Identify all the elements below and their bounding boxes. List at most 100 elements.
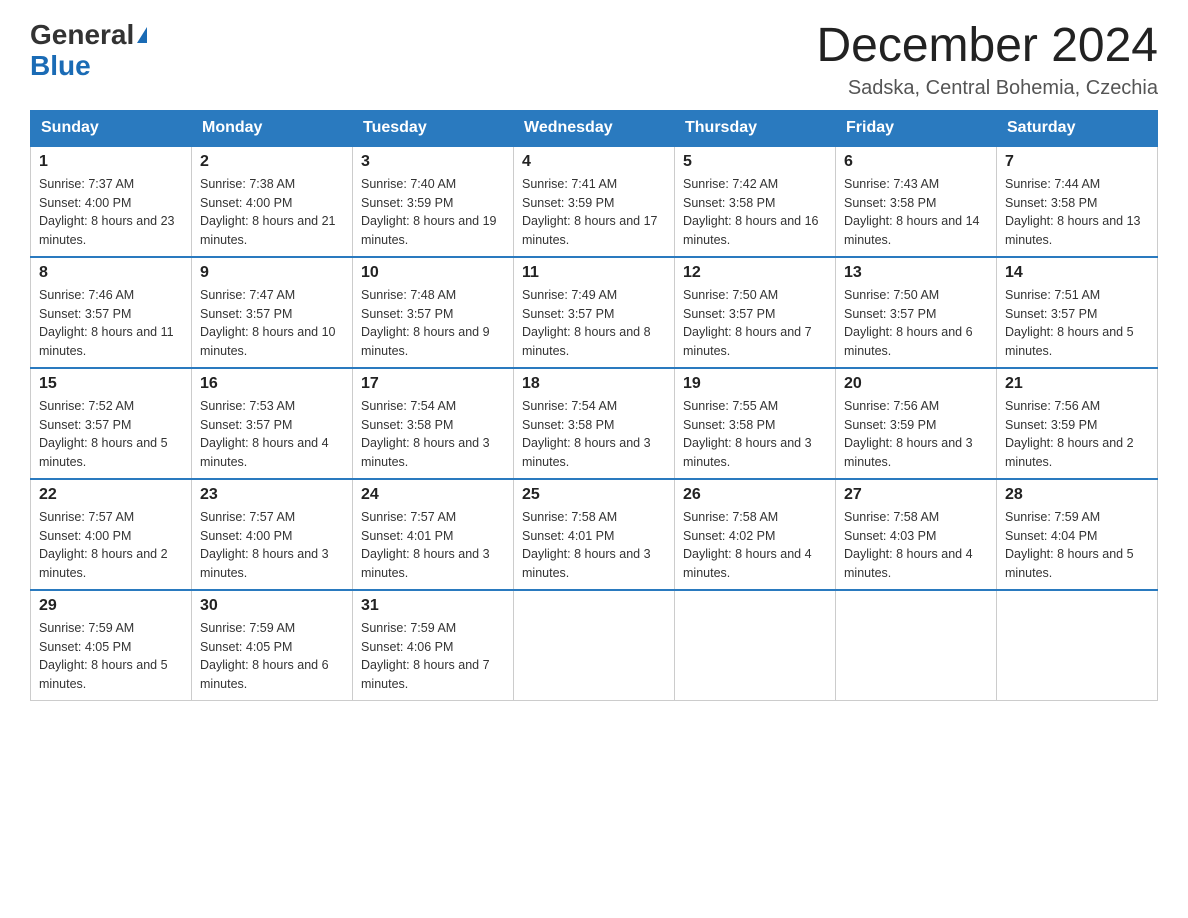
calendar-day-cell: 10 Sunrise: 7:48 AM Sunset: 3:57 PM Dayl… xyxy=(353,257,514,368)
calendar-day-cell: 30 Sunrise: 7:59 AM Sunset: 4:05 PM Dayl… xyxy=(192,590,353,701)
weekday-header-friday: Friday xyxy=(836,110,997,146)
page-header: General Blue December 2024 Sadska, Centr… xyxy=(30,20,1158,100)
calendar-header-row: SundayMondayTuesdayWednesdayThursdayFrid… xyxy=(31,110,1158,146)
calendar-day-cell: 15 Sunrise: 7:52 AM Sunset: 3:57 PM Dayl… xyxy=(31,368,192,479)
calendar-table: SundayMondayTuesdayWednesdayThursdayFrid… xyxy=(30,110,1158,701)
calendar-day-cell: 12 Sunrise: 7:50 AM Sunset: 3:57 PM Dayl… xyxy=(675,257,836,368)
day-info: Sunrise: 7:46 AM Sunset: 3:57 PM Dayligh… xyxy=(39,286,183,361)
day-info: Sunrise: 7:41 AM Sunset: 3:59 PM Dayligh… xyxy=(522,175,666,250)
day-info: Sunrise: 7:53 AM Sunset: 3:57 PM Dayligh… xyxy=(200,397,344,472)
calendar-day-cell: 31 Sunrise: 7:59 AM Sunset: 4:06 PM Dayl… xyxy=(353,590,514,701)
calendar-week-row: 1 Sunrise: 7:37 AM Sunset: 4:00 PM Dayli… xyxy=(31,146,1158,257)
day-info: Sunrise: 7:58 AM Sunset: 4:02 PM Dayligh… xyxy=(683,508,827,583)
day-number: 18 xyxy=(522,375,666,393)
day-info: Sunrise: 7:52 AM Sunset: 3:57 PM Dayligh… xyxy=(39,397,183,472)
day-info: Sunrise: 7:38 AM Sunset: 4:00 PM Dayligh… xyxy=(200,175,344,250)
day-number: 22 xyxy=(39,486,183,504)
location-text: Sadska, Central Bohemia, Czechia xyxy=(816,77,1158,100)
day-number: 4 xyxy=(522,153,666,171)
day-info: Sunrise: 7:59 AM Sunset: 4:05 PM Dayligh… xyxy=(39,619,183,694)
logo-blue-text: Blue xyxy=(30,51,147,82)
calendar-day-cell: 11 Sunrise: 7:49 AM Sunset: 3:57 PM Dayl… xyxy=(514,257,675,368)
calendar-day-cell: 17 Sunrise: 7:54 AM Sunset: 3:58 PM Dayl… xyxy=(353,368,514,479)
day-info: Sunrise: 7:55 AM Sunset: 3:58 PM Dayligh… xyxy=(683,397,827,472)
day-number: 8 xyxy=(39,264,183,282)
day-number: 2 xyxy=(200,153,344,171)
day-info: Sunrise: 7:59 AM Sunset: 4:06 PM Dayligh… xyxy=(361,619,505,694)
day-info: Sunrise: 7:54 AM Sunset: 3:58 PM Dayligh… xyxy=(361,397,505,472)
calendar-day-cell: 13 Sunrise: 7:50 AM Sunset: 3:57 PM Dayl… xyxy=(836,257,997,368)
day-number: 31 xyxy=(361,597,505,615)
calendar-day-cell xyxy=(836,590,997,701)
calendar-day-cell xyxy=(675,590,836,701)
day-number: 15 xyxy=(39,375,183,393)
day-info: Sunrise: 7:57 AM Sunset: 4:00 PM Dayligh… xyxy=(200,508,344,583)
day-info: Sunrise: 7:48 AM Sunset: 3:57 PM Dayligh… xyxy=(361,286,505,361)
day-number: 24 xyxy=(361,486,505,504)
calendar-day-cell: 21 Sunrise: 7:56 AM Sunset: 3:59 PM Dayl… xyxy=(997,368,1158,479)
day-number: 10 xyxy=(361,264,505,282)
day-number: 25 xyxy=(522,486,666,504)
calendar-day-cell: 9 Sunrise: 7:47 AM Sunset: 3:57 PM Dayli… xyxy=(192,257,353,368)
day-number: 11 xyxy=(522,264,666,282)
calendar-day-cell: 25 Sunrise: 7:58 AM Sunset: 4:01 PM Dayl… xyxy=(514,479,675,590)
day-info: Sunrise: 7:51 AM Sunset: 3:57 PM Dayligh… xyxy=(1005,286,1149,361)
day-info: Sunrise: 7:44 AM Sunset: 3:58 PM Dayligh… xyxy=(1005,175,1149,250)
calendar-day-cell: 3 Sunrise: 7:40 AM Sunset: 3:59 PM Dayli… xyxy=(353,146,514,257)
day-info: Sunrise: 7:58 AM Sunset: 4:03 PM Dayligh… xyxy=(844,508,988,583)
calendar-week-row: 8 Sunrise: 7:46 AM Sunset: 3:57 PM Dayli… xyxy=(31,257,1158,368)
day-info: Sunrise: 7:56 AM Sunset: 3:59 PM Dayligh… xyxy=(844,397,988,472)
day-number: 23 xyxy=(200,486,344,504)
day-number: 6 xyxy=(844,153,988,171)
day-number: 13 xyxy=(844,264,988,282)
calendar-week-row: 22 Sunrise: 7:57 AM Sunset: 4:00 PM Dayl… xyxy=(31,479,1158,590)
day-number: 9 xyxy=(200,264,344,282)
day-number: 1 xyxy=(39,153,183,171)
day-info: Sunrise: 7:57 AM Sunset: 4:00 PM Dayligh… xyxy=(39,508,183,583)
calendar-day-cell: 14 Sunrise: 7:51 AM Sunset: 3:57 PM Dayl… xyxy=(997,257,1158,368)
day-number: 16 xyxy=(200,375,344,393)
day-number: 17 xyxy=(361,375,505,393)
day-number: 27 xyxy=(844,486,988,504)
title-block: December 2024 Sadska, Central Bohemia, C… xyxy=(816,20,1158,100)
weekday-header-saturday: Saturday xyxy=(997,110,1158,146)
calendar-day-cell: 28 Sunrise: 7:59 AM Sunset: 4:04 PM Dayl… xyxy=(997,479,1158,590)
logo-triangle-icon xyxy=(137,27,147,43)
calendar-day-cell: 26 Sunrise: 7:58 AM Sunset: 4:02 PM Dayl… xyxy=(675,479,836,590)
day-info: Sunrise: 7:56 AM Sunset: 3:59 PM Dayligh… xyxy=(1005,397,1149,472)
weekday-header-monday: Monday xyxy=(192,110,353,146)
day-info: Sunrise: 7:43 AM Sunset: 3:58 PM Dayligh… xyxy=(844,175,988,250)
weekday-header-thursday: Thursday xyxy=(675,110,836,146)
calendar-day-cell: 1 Sunrise: 7:37 AM Sunset: 4:00 PM Dayli… xyxy=(31,146,192,257)
calendar-day-cell: 2 Sunrise: 7:38 AM Sunset: 4:00 PM Dayli… xyxy=(192,146,353,257)
day-number: 26 xyxy=(683,486,827,504)
logo-general-text: General xyxy=(30,20,134,51)
calendar-day-cell xyxy=(997,590,1158,701)
calendar-day-cell: 20 Sunrise: 7:56 AM Sunset: 3:59 PM Dayl… xyxy=(836,368,997,479)
day-info: Sunrise: 7:58 AM Sunset: 4:01 PM Dayligh… xyxy=(522,508,666,583)
day-info: Sunrise: 7:50 AM Sunset: 3:57 PM Dayligh… xyxy=(683,286,827,361)
day-info: Sunrise: 7:40 AM Sunset: 3:59 PM Dayligh… xyxy=(361,175,505,250)
day-info: Sunrise: 7:57 AM Sunset: 4:01 PM Dayligh… xyxy=(361,508,505,583)
day-number: 20 xyxy=(844,375,988,393)
day-number: 30 xyxy=(200,597,344,615)
day-number: 21 xyxy=(1005,375,1149,393)
day-number: 3 xyxy=(361,153,505,171)
calendar-day-cell: 24 Sunrise: 7:57 AM Sunset: 4:01 PM Dayl… xyxy=(353,479,514,590)
calendar-day-cell: 7 Sunrise: 7:44 AM Sunset: 3:58 PM Dayli… xyxy=(997,146,1158,257)
calendar-day-cell: 18 Sunrise: 7:54 AM Sunset: 3:58 PM Dayl… xyxy=(514,368,675,479)
day-info: Sunrise: 7:42 AM Sunset: 3:58 PM Dayligh… xyxy=(683,175,827,250)
day-number: 14 xyxy=(1005,264,1149,282)
month-title: December 2024 xyxy=(816,20,1158,73)
calendar-week-row: 15 Sunrise: 7:52 AM Sunset: 3:57 PM Dayl… xyxy=(31,368,1158,479)
calendar-day-cell: 27 Sunrise: 7:58 AM Sunset: 4:03 PM Dayl… xyxy=(836,479,997,590)
calendar-day-cell: 22 Sunrise: 7:57 AM Sunset: 4:00 PM Dayl… xyxy=(31,479,192,590)
day-number: 28 xyxy=(1005,486,1149,504)
weekday-header-wednesday: Wednesday xyxy=(514,110,675,146)
day-info: Sunrise: 7:37 AM Sunset: 4:00 PM Dayligh… xyxy=(39,175,183,250)
day-info: Sunrise: 7:59 AM Sunset: 4:04 PM Dayligh… xyxy=(1005,508,1149,583)
day-number: 19 xyxy=(683,375,827,393)
calendar-day-cell: 29 Sunrise: 7:59 AM Sunset: 4:05 PM Dayl… xyxy=(31,590,192,701)
calendar-day-cell: 6 Sunrise: 7:43 AM Sunset: 3:58 PM Dayli… xyxy=(836,146,997,257)
weekday-header-sunday: Sunday xyxy=(31,110,192,146)
